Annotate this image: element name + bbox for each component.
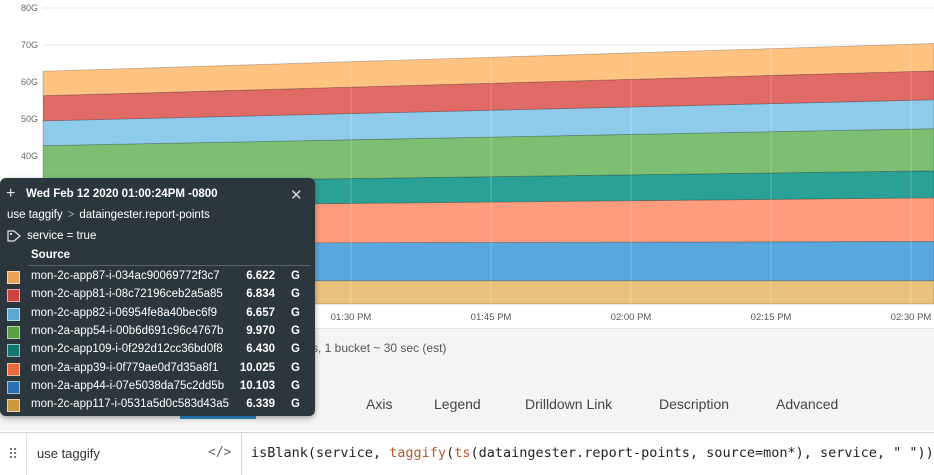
tooltip-row: mon-2a-app44-i-07e5038da75c2dd5b 10.103 G — [0, 379, 315, 397]
series-color-swatch — [7, 325, 20, 339]
y-tick-label: 80G — [21, 3, 38, 13]
code-toggle-icon[interactable]: </> — [208, 445, 231, 460]
source-value: 6.430 — [246, 343, 275, 356]
value-unit: G — [291, 379, 300, 392]
query-name[interactable]: use taggify — [37, 446, 100, 461]
x-tick-label: 02:00 PM — [611, 312, 652, 323]
query-input[interactable]: isBlank(service, taggify(ts(dataingester… — [251, 445, 934, 461]
tab-description[interactable]: Description — [659, 396, 729, 412]
value-unit: G — [291, 343, 300, 356]
query-keyword-ts: ts — [454, 445, 471, 461]
x-tick-label: 01:30 PM — [331, 312, 372, 323]
source-value: 10.103 — [239, 379, 275, 392]
tooltip-row: mon-2a-app39-i-0f779ae0d7d35a8f1 10.025 G — [0, 361, 315, 379]
tab-axis[interactable]: Axis — [366, 396, 392, 412]
series-color-swatch — [7, 271, 20, 284]
source-name: mon-2a-app54-i-00b6d691c96c4767b — [31, 324, 224, 337]
source-name: mon-2c-app117-i-0531a5d0c583d43a5 — [31, 398, 229, 411]
source-column-header: Source — [31, 249, 70, 261]
source-name: mon-2a-app39-i-0f779ae0d7d35a8f1 — [31, 361, 219, 374]
active-tab-indicator — [180, 416, 256, 419]
x-tick-label: 02:15 PM — [751, 312, 792, 323]
source-value: 6.657 — [246, 306, 275, 319]
query-text-part: (dataingester.report-points, source=mon*… — [470, 445, 934, 461]
tooltip-row: mon-2c-app109-i-0f292d12cc36bd0f8 6.430 G — [0, 342, 315, 360]
query-keyword-taggify: taggify — [389, 445, 447, 461]
tooltip-row: mon-2c-app81-i-08c72196ceb2a5a85 6.834 G — [0, 287, 315, 305]
x-tick-label: 01:45 PM — [471, 312, 512, 323]
source-value: 9.970 — [246, 324, 275, 337]
y-tick-label: 40G — [21, 151, 38, 161]
y-tick-label: 60G — [21, 77, 38, 87]
source-name: mon-2c-app109-i-0f292d12cc36bd0f8 — [31, 343, 223, 356]
pin-plus-icon[interactable]: + — [6, 185, 15, 203]
value-unit: G — [291, 398, 300, 411]
series-color-swatch — [7, 362, 20, 376]
tooltip-row: mon-2c-app82-i-06954fe8a40bec6f9 6.657 G — [0, 306, 315, 324]
query-text-part: ( — [446, 445, 455, 461]
x-tick-label: 02:30 PM — [891, 312, 932, 323]
value-unit: G — [291, 306, 300, 319]
series-color-swatch — [7, 344, 20, 358]
tooltip-timestamp: Wed Feb 12 2020 01:00:24PM -0800 — [26, 188, 218, 200]
series-color-swatch — [7, 399, 20, 413]
series-color-swatch — [7, 380, 20, 394]
source-name: mon-2a-app44-i-07e5038da75c2dd5b — [31, 379, 225, 392]
tooltip-query-name: use taggify — [7, 209, 63, 221]
value-unit: G — [291, 324, 300, 337]
y-tick-label: 70G — [21, 40, 38, 50]
tooltip-tag: service = true — [7, 230, 96, 242]
tag-text: service = true — [27, 230, 97, 243]
source-value: 10.025 — [239, 361, 275, 374]
tag-icon — [7, 230, 21, 242]
query-row: ⠿ use taggify </> isBlank(service, taggi… — [0, 432, 934, 475]
source-value: 6.339 — [246, 398, 275, 411]
series-color-swatch — [7, 289, 20, 303]
bucket-info-text: s, 1 bucket ~ 30 sec (est) — [312, 341, 447, 355]
y-tick-label: 50G — [21, 114, 38, 124]
source-name: mon-2c-app82-i-06954fe8a40bec6f9 — [31, 306, 218, 319]
tab-advanced[interactable]: Advanced — [776, 396, 838, 412]
divider — [241, 433, 242, 475]
tooltip-metric: dataingester.report-points — [79, 209, 210, 221]
tooltip-row: mon-2a-app54-i-00b6d691c96c4767b 9.970 G — [0, 324, 315, 342]
tab-drilldown-link[interactable]: Drilldown Link — [525, 396, 612, 412]
tab-legend[interactable]: Legend — [434, 396, 481, 412]
tooltip-row: mon-2c-app117-i-0531a5d0c583d43a5 6.339 G — [0, 397, 315, 415]
chevron-right-icon: > — [67, 209, 75, 221]
value-unit: G — [291, 270, 300, 282]
close-icon[interactable]: ✕ — [290, 186, 303, 204]
tooltip-query-path: use taggify > dataingester.report-points — [7, 209, 210, 221]
source-value: 6.834 — [246, 288, 275, 301]
source-value: 6.622 — [246, 270, 275, 282]
query-text-part: isBlank(service, — [251, 445, 390, 461]
source-name: mon-2c-app81-i-08c72196ceb2a5a85 — [31, 288, 223, 301]
source-name: mon-2c-app87-i-034ac90069772f3c7 — [31, 270, 220, 282]
value-unit: G — [291, 288, 300, 301]
hover-tooltip: + Wed Feb 12 2020 01:00:24PM -0800 ✕ use… — [0, 178, 315, 416]
value-unit: G — [291, 361, 300, 374]
series-color-swatch — [7, 307, 20, 321]
divider — [28, 265, 310, 266]
drag-handle-icon[interactable]: ⠿ — [0, 433, 27, 475]
tooltip-row: mon-2c-app87-i-034ac90069772f3c7 6.622 G — [0, 269, 315, 287]
